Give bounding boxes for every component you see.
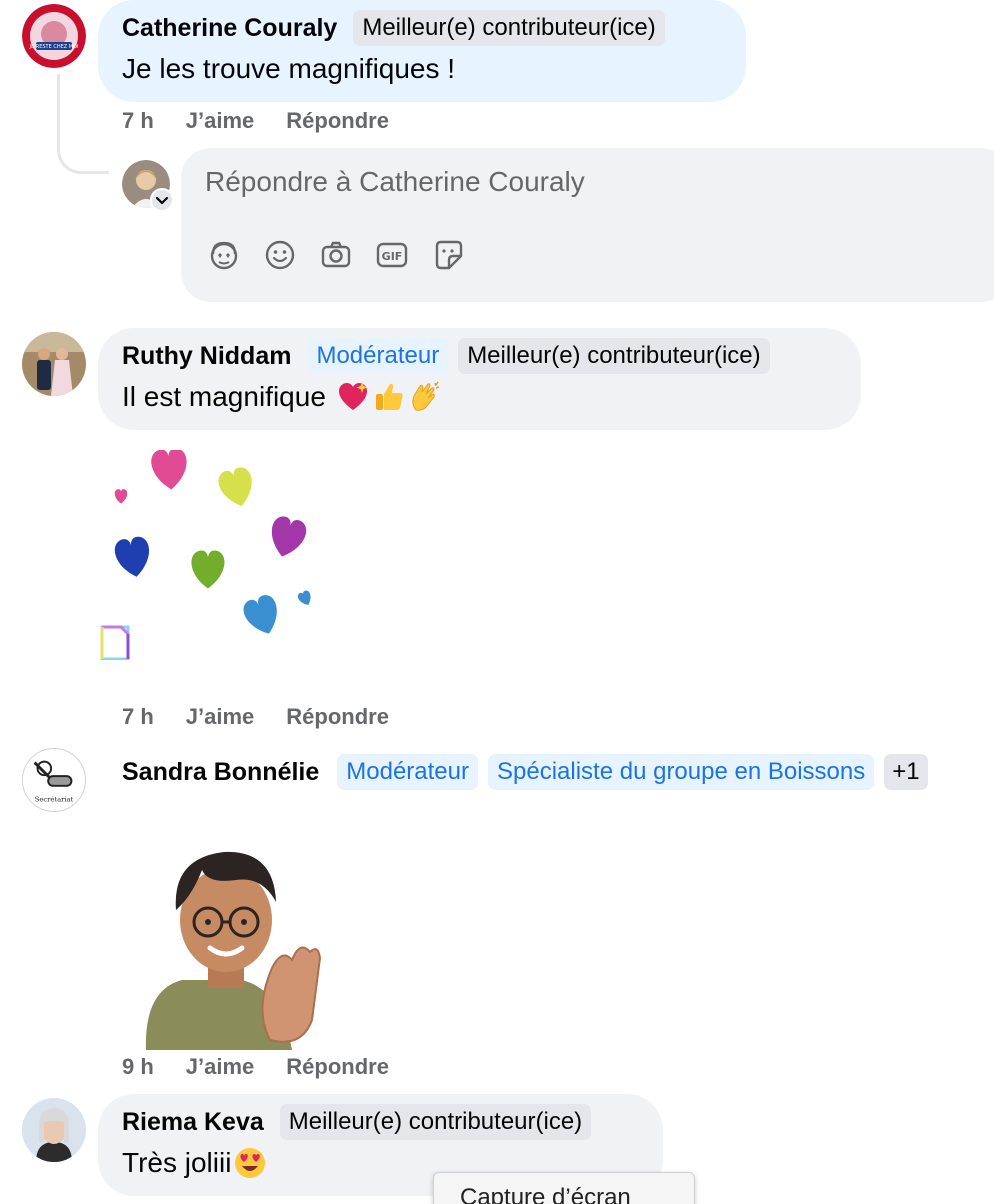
thumbs-up-icon xyxy=(372,380,406,414)
comment-time[interactable]: 7 h xyxy=(122,108,154,134)
reply-button[interactable]: Répondre xyxy=(286,1054,389,1080)
badge-top-contributor[interactable]: Meilleur(e) contributeur(ice) xyxy=(458,338,770,374)
broken-image-icon xyxy=(100,625,130,660)
reply-input[interactable] xyxy=(205,166,965,198)
comment-author[interactable]: Ruthy Niddam xyxy=(122,342,291,371)
comment-actions: 9 h J’aime Répondre xyxy=(122,1054,389,1080)
reply-button[interactable]: Répondre xyxy=(286,704,389,730)
avatar-clapping-sticker[interactable] xyxy=(142,840,324,1050)
gif-icon[interactable]: GIF xyxy=(375,238,409,272)
like-button[interactable]: J’aime xyxy=(186,704,255,730)
comment-bubble-ruthy: Ruthy Niddam Modérateur Meilleur(e) cont… xyxy=(98,328,861,430)
svg-text:GIF: GIF xyxy=(382,250,403,263)
heart-blue-light xyxy=(240,592,285,640)
comment-text: Je les trouve magnifiques ! xyxy=(122,53,456,84)
heart-eyes-icon xyxy=(233,1146,267,1180)
comment-text: Très joliii xyxy=(122,1147,232,1178)
emoji-icon[interactable] xyxy=(263,238,297,272)
comment-text-row: Il est magnifique xyxy=(122,380,837,414)
sparkling-heart-icon xyxy=(336,380,370,414)
avatar-sticker-icon[interactable] xyxy=(207,238,241,272)
comment-time[interactable]: 7 h xyxy=(122,704,154,730)
avatar-ruthy[interactable] xyxy=(22,332,86,396)
comment-bubble-catherine: Catherine Couraly Meilleur(e) contribute… xyxy=(98,0,746,102)
badge-top-contributor[interactable]: Meilleur(e) contributeur(ice) xyxy=(353,10,665,46)
heart-purple xyxy=(265,514,309,561)
like-button[interactable]: J’aime xyxy=(186,1054,255,1080)
heart-blue-tiny xyxy=(296,589,315,608)
badge-moderator[interactable]: Modérateur xyxy=(337,754,478,790)
clapping-hands-icon xyxy=(408,380,442,414)
comment-actions: 7 h J’aime Répondre xyxy=(122,108,389,134)
heart-lime xyxy=(215,465,258,511)
hearts-sticker[interactable] xyxy=(100,450,322,660)
comment-author[interactable]: Sandra Bonnélie xyxy=(122,758,319,787)
screenshot-tooltip: Capture d’écran xyxy=(433,1172,695,1204)
reply-composer: GIF xyxy=(181,148,994,302)
comment-text: Il est magnifique xyxy=(122,381,326,412)
chevron-down-icon[interactable] xyxy=(150,188,174,212)
heart-green xyxy=(191,550,225,589)
svg-text:JE RESTE CHEZ MOI: JE RESTE CHEZ MOI xyxy=(29,44,79,50)
thread-connector xyxy=(57,74,109,174)
camera-icon[interactable] xyxy=(319,238,353,272)
heart-pink-large xyxy=(150,450,189,491)
badge-more[interactable]: +1 xyxy=(884,754,928,790)
comment-author[interactable]: Riema Keva xyxy=(122,1108,264,1137)
heart-pink-small xyxy=(114,489,128,504)
composer-toolbar: GIF xyxy=(207,238,465,272)
svg-text:Secrétariat: Secrétariat xyxy=(35,795,74,803)
comment-author[interactable]: Catherine Couraly xyxy=(122,14,337,43)
comment-time[interactable]: 9 h xyxy=(122,1054,154,1080)
like-button[interactable]: J’aime xyxy=(186,108,255,134)
heart-blue-dark xyxy=(112,535,154,580)
reply-button[interactable]: Répondre xyxy=(286,108,389,134)
avatar-riema[interactable] xyxy=(22,1098,86,1162)
badge-top-contributor[interactable]: Meilleur(e) contributeur(ice) xyxy=(279,1104,592,1140)
badge-moderator[interactable]: Modérateur xyxy=(307,338,449,374)
badge-group-expert[interactable]: Spécialiste du groupe en Boissons xyxy=(488,754,875,790)
sticker-icon[interactable] xyxy=(431,238,465,272)
current-user-avatar[interactable] xyxy=(122,160,174,212)
avatar-sandra[interactable]: Secrétariat xyxy=(22,748,86,812)
comment-actions: 7 h J’aime Répondre xyxy=(122,704,389,730)
avatar-catherine[interactable]: JE RESTE CHEZ MOI xyxy=(22,4,86,68)
comment-header-sandra: Sandra Bonnélie Modérateur Spécialiste d… xyxy=(122,754,928,790)
